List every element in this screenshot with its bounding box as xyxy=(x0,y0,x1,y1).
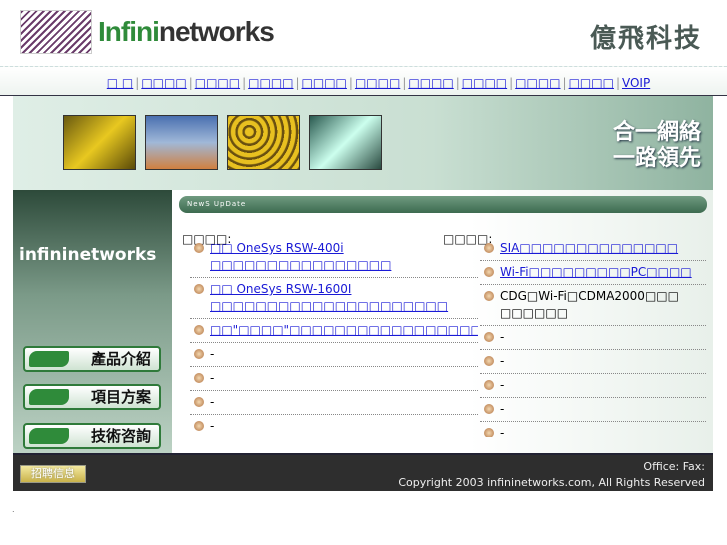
solutions-button[interactable]: 項目方案 xyxy=(23,384,161,410)
news-item: - xyxy=(480,374,706,398)
news-item: □□ OneSys RSW-400i □□□□□□□□□□□□□□□□ xyxy=(190,237,478,278)
nav-link[interactable]: VOIP xyxy=(622,76,650,90)
news-text: - xyxy=(500,426,505,437)
news-item: CDG□Wi-Fi□CDMA2000□□□ □□□□□□ xyxy=(480,285,706,326)
nav-link[interactable]: □□□□ xyxy=(195,76,240,90)
banner: 合一網絡 一路領先 xyxy=(13,96,713,190)
news-text: - xyxy=(210,371,215,385)
sidebar: infininetworks 產品介紹 項目方案 技術咨詢 xyxy=(13,190,172,453)
nav-separator: | xyxy=(562,76,567,90)
news-panel: NewS UpDate □□□□: □□□□: □□ OneSys RSW-40… xyxy=(172,190,713,453)
news-text: CDG□Wi-Fi□CDMA2000□□□ □□□□□□ xyxy=(500,289,679,320)
sidebar-brand: infininetworks xyxy=(19,245,157,265)
news-item: - xyxy=(480,350,706,374)
bullet-icon xyxy=(484,267,494,277)
copyright: Copyright 2003 infininetworks.com, All R… xyxy=(398,476,705,489)
bullet-icon xyxy=(484,291,494,301)
left-news-list: □□ OneSys RSW-400i □□□□□□□□□□□□□□□□ □□ On… xyxy=(190,237,478,437)
news-item: - xyxy=(190,367,478,391)
slogan: 合一網絡 一路領先 xyxy=(612,120,701,171)
news-link[interactable]: SIA□□□□□□□□□□□□□□ xyxy=(500,241,678,255)
news-text: - xyxy=(210,419,215,433)
nav-link[interactable]: □□□□ xyxy=(462,76,507,90)
news-text: - xyxy=(500,330,505,344)
bullet-icon xyxy=(484,332,494,342)
nav-separator: | xyxy=(402,76,407,90)
news-text: - xyxy=(500,378,505,392)
bullet-icon xyxy=(484,404,494,414)
nav-link[interactable]: □ □ xyxy=(107,76,134,90)
bullet-icon xyxy=(194,284,204,294)
news-item: - xyxy=(190,343,478,367)
news-item: - xyxy=(190,415,478,437)
news-item: □□"□□□□"□□□□□□□□□□□□□□□□□□□□□□□□□ xyxy=(190,319,478,343)
news-link[interactable]: □□"□□□□"□□□□□□□□□□□□□□□□□□□□□□□□□ xyxy=(210,323,478,337)
nav-link[interactable]: □□□□ xyxy=(515,76,560,90)
news-item: SIA□□□□□□□□□□□□□□ xyxy=(480,237,706,261)
nav-separator: | xyxy=(188,76,193,90)
news-item: □□ OneSys RSW-1600I □□□□□□□□□□□□□□□□□□□□… xyxy=(190,278,478,319)
dot: . xyxy=(12,505,15,514)
cables-photo xyxy=(309,115,382,170)
shuttle-photo xyxy=(145,115,218,170)
news-link[interactable]: □□ OneSys RSW-400i □□□□□□□□□□□□□□□□ xyxy=(210,241,391,272)
news-text: - xyxy=(210,347,215,361)
nav-separator: | xyxy=(348,76,353,90)
logo-mark-icon xyxy=(20,10,92,54)
nav-separator: | xyxy=(295,76,300,90)
nav-separator: | xyxy=(135,76,140,90)
bullet-icon xyxy=(484,243,494,253)
nav-separator: | xyxy=(509,76,514,90)
header: Infininetworks 億飛科技 xyxy=(0,0,727,66)
news-update-bar: NewS UpDate xyxy=(179,196,707,213)
bullet-icon xyxy=(194,349,204,359)
footer: 招聘信息 Office: Fax: Copyright 2003 infinin… xyxy=(13,453,713,491)
news-link[interactable]: □□ OneSys RSW-1600I □□□□□□□□□□□□□□□□□□□□… xyxy=(210,282,448,313)
products-button[interactable]: 產品介紹 xyxy=(23,346,161,372)
nav-link[interactable]: □□□□ xyxy=(408,76,453,90)
bullet-icon xyxy=(194,325,204,335)
top-nav: □ □ | □□□□ | □□□□ | □□□□ | □□□□ | □□□□ | □□□□ | □□□□ | □… xyxy=(0,66,727,96)
bullet-icon xyxy=(484,356,494,366)
bullet-icon xyxy=(194,373,204,383)
nav-separator: | xyxy=(455,76,460,90)
news-link[interactable]: Wi-Fi□□□□□□□□□PC□□□□ xyxy=(500,265,692,279)
nav-link[interactable]: □□□□ xyxy=(355,76,400,90)
company-chinese-name: 億飛科技 xyxy=(589,24,702,54)
bullet-icon xyxy=(194,421,204,431)
news-text: - xyxy=(500,354,505,368)
right-news-list: SIA□□□□□□□□□□□□□□ Wi-Fi□□□□□□□□□PC□□□□ CDG… xyxy=(480,237,706,437)
news-item: - xyxy=(480,422,706,437)
nav-link[interactable]: □□□□ xyxy=(141,76,186,90)
bullet-icon xyxy=(194,243,204,253)
news-text: - xyxy=(500,402,505,416)
nav-separator: | xyxy=(242,76,247,90)
phone-photo xyxy=(63,115,136,170)
bullet-icon xyxy=(484,380,494,390)
office-fax: Office: Fax: xyxy=(643,460,705,473)
news-item: - xyxy=(190,391,478,415)
nav-link[interactable]: □□□□ xyxy=(569,76,614,90)
news-text: - xyxy=(210,395,215,409)
bullet-icon xyxy=(194,397,204,407)
logo-text: Infininetworks xyxy=(98,16,275,47)
nav-link[interactable]: □□□□ xyxy=(248,76,293,90)
news-item: Wi-Fi□□□□□□□□□PC□□□□ xyxy=(480,261,706,285)
nav-link[interactable]: □□□□ xyxy=(302,76,347,90)
news-item: - xyxy=(480,326,706,350)
tech-support-button[interactable]: 技術咨詢 xyxy=(23,423,161,449)
jobs-button[interactable]: 招聘信息 xyxy=(20,465,86,483)
logo[interactable]: Infininetworks xyxy=(20,10,275,54)
news-item: - xyxy=(480,398,706,422)
nav-separator: | xyxy=(615,76,620,90)
bullet-icon xyxy=(484,428,494,437)
keypad-photo xyxy=(227,115,300,170)
